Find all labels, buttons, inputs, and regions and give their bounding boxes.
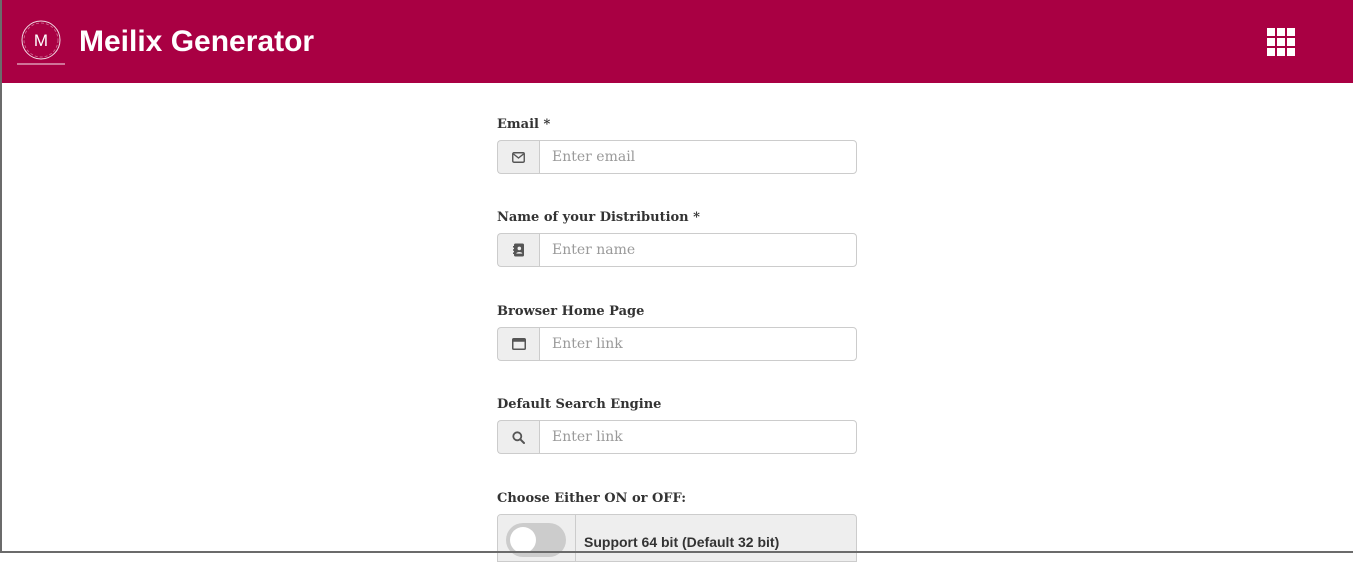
search-engine-addon [497,420,539,454]
toggle-cell [498,515,576,561]
logo-letter: M [34,31,48,50]
search-engine-label: Default Search Engine [497,397,662,412]
arch-toggle-group: Choose Either ON or OFF: Support 64 bit … [497,490,857,562]
email-label: Email * [497,117,551,132]
arch-toggle-box: Support 64 bit (Default 32 bit) [497,514,857,562]
home-page-input-group [497,327,857,361]
distro-name-field[interactable] [539,233,857,267]
address-book-icon [512,243,524,257]
email-input-group [497,140,857,174]
logo-mandala-icon: M [17,20,65,65]
app-header: M Meilix Generator [0,0,1353,83]
distro-name-addon [497,233,539,267]
envelope-icon [512,151,525,163]
distro-name-input-group [497,233,857,267]
search-engine-field[interactable] [539,420,857,454]
meilix-logo[interactable]: M [17,16,65,65]
email-addon [497,140,539,174]
home-page-addon [497,327,539,361]
home-page-field[interactable] [539,327,857,361]
browser-window-icon [511,338,526,350]
arch-toggle-label: Support 64 bit (Default 32 bit) [584,534,780,550]
email-field[interactable] [539,140,857,174]
home-page-group: Browser Home Page [497,303,857,361]
distro-name-group: Name of your Distribution * [497,209,857,267]
arch-64bit-toggle[interactable] [506,523,566,557]
distro-name-label: Name of your Distribution * [497,210,700,225]
home-page-label: Browser Home Page [497,304,645,319]
arch-toggle-heading: Choose Either ON or OFF: [497,491,687,506]
email-group: Email * [497,116,857,174]
toggle-knob [510,527,536,553]
search-engine-input-group [497,420,857,454]
apps-grid-icon[interactable] [1267,28,1295,56]
search-engine-group: Default Search Engine [497,396,857,454]
app-title[interactable]: Meilix Generator [79,22,314,62]
search-icon [512,430,525,444]
